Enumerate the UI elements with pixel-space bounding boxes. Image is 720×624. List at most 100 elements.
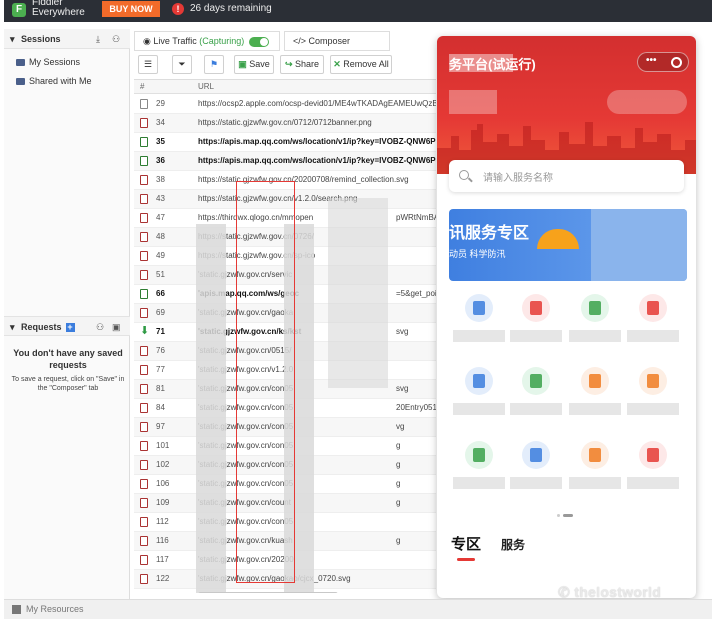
tab-services[interactable]: 服务 — [501, 536, 525, 553]
traffic-grid: # URL 29 https://ocsp2.apple.com/ocsp-dev… — [134, 79, 436, 593]
icon-glyph — [473, 448, 485, 462]
watermark-text: thelostworld — [574, 584, 662, 600]
icon-glyph — [473, 301, 485, 315]
capture-toggle[interactable] — [249, 37, 269, 47]
image-file-icon — [140, 460, 148, 470]
row-number: 48 — [156, 232, 165, 241]
share-users-icon[interactable]: ⚇ — [96, 317, 104, 337]
collapse-arrow-icon[interactable]: ▾ — [10, 322, 15, 332]
row-number: 51 — [156, 270, 165, 279]
buy-now-button[interactable]: BUY NOW — [102, 1, 160, 17]
row-url: 'static.gjzwfw.gov.cn/servic — [198, 270, 293, 279]
left-panel: ▾ Sessions ⤓ ⚇ My Sessions Shared with M… — [4, 29, 130, 599]
menu-icon[interactable]: ☰ — [138, 55, 158, 74]
icon-glyph — [473, 374, 485, 388]
image-file-icon — [140, 403, 148, 413]
row-url-fragment: svg — [396, 384, 409, 393]
highlight-box — [236, 181, 295, 583]
icon-glyph — [589, 374, 601, 388]
tree-item-label: My Sessions — [29, 57, 81, 67]
rules-icon[interactable]: ⚑ — [204, 55, 224, 74]
pixelated-redaction — [453, 477, 505, 489]
search-placeholder: 请输入服务名称 — [483, 173, 553, 184]
close-target-icon[interactable] — [671, 57, 682, 68]
share-users-icon[interactable]: ⚇ — [112, 29, 120, 49]
gift-icon[interactable] — [581, 441, 609, 469]
table-row[interactable]: 36 https://apis.map.qq.com/ws/location/v1… — [134, 152, 436, 171]
image-file-icon — [140, 536, 148, 546]
remove-all-button[interactable]: ✕ Remove All — [330, 55, 392, 74]
tab-composer[interactable]: </> Composer — [284, 31, 390, 51]
row-number: 109 — [156, 498, 170, 507]
horizontal-scrollbar[interactable] — [198, 592, 338, 593]
medal-icon[interactable] — [639, 367, 667, 395]
filter-icon[interactable]: ⏷ — [172, 55, 192, 74]
promo-banner[interactable]: 讯服务专区 动员 科学防汛 — [449, 209, 687, 281]
form-icon[interactable] — [465, 441, 493, 469]
requests-title: Requests — [21, 322, 62, 332]
image-file-icon — [140, 384, 148, 394]
tab-live-traffic[interactable]: ◉ Live Traffic (Capturing) — [134, 31, 280, 51]
collapse-arrow-icon[interactable]: ▾ — [10, 34, 15, 44]
book-icon[interactable] — [465, 367, 493, 395]
image-file-icon — [140, 194, 148, 204]
json-file-icon — [140, 156, 148, 166]
row-url: https://static.gjzwfw.gov.cn/v1.2.0/sear… — [198, 194, 358, 203]
new-folder-icon[interactable]: ▣ — [112, 317, 121, 337]
user-chip-redacted[interactable] — [607, 90, 687, 114]
image-file-icon — [140, 346, 148, 356]
table-row[interactable]: 35 https://apis.map.qq.com/ws/location/v1… — [134, 133, 436, 152]
icon-glyph — [589, 301, 601, 315]
remove-all-label: Remove All — [343, 59, 389, 69]
row-url-fragment: pWRtNmBA95 — [396, 213, 436, 222]
icon-glyph — [530, 374, 542, 388]
umbrella-illustration — [537, 229, 579, 249]
ledger-icon[interactable] — [639, 441, 667, 469]
add-request-icon[interactable]: + — [65, 323, 75, 332]
search-box[interactable]: 请输入服务名称 — [449, 160, 684, 192]
image-file-icon — [140, 479, 148, 489]
briefcase-icon[interactable] — [522, 294, 550, 322]
icon-glyph — [647, 448, 659, 462]
row-number: 84 — [156, 403, 165, 412]
share-button[interactable]: ↪ Share — [280, 55, 324, 74]
file-icon[interactable] — [639, 294, 667, 322]
requests-header[interactable]: ▾ Requests + ⚇ ▣ — [4, 316, 130, 336]
sessions-header[interactable]: ▾ Sessions ⤓ ⚇ — [4, 29, 130, 49]
tree-item-shared-with-me[interactable]: Shared with Me — [16, 76, 92, 86]
tab-zone[interactable]: 专区 — [451, 533, 481, 554]
more-icon[interactable]: ••• — [646, 55, 657, 66]
image-search-icon[interactable] — [581, 367, 609, 395]
image-file-icon — [140, 232, 148, 242]
table-row[interactable]: 34 https://static.gjzwfw.gov.cn/0712/0712… — [134, 114, 436, 133]
row-number: 35 — [156, 137, 165, 146]
toolbar: ☰ ⏷ ⚑ ▣ Save ↪ Share ✕ Remove All — [134, 54, 436, 76]
page-dot — [557, 514, 560, 517]
save-icon: ▣ — [238, 59, 247, 69]
download-icon[interactable]: ⤓ — [96, 29, 100, 49]
image-file-icon — [140, 270, 148, 280]
sessions-title: Sessions — [21, 34, 61, 44]
trial-remaining-text: 26 days remaining — [190, 3, 272, 14]
my-resources-button[interactable]: My Resources — [12, 604, 84, 615]
table-row[interactable]: 29 https://ocsp2.apple.com/ocsp-devid01/M… — [134, 95, 436, 114]
row-number: 66 — [156, 289, 165, 298]
doc-icon[interactable] — [465, 294, 493, 322]
capturing-status: (Capturing) — [199, 36, 245, 46]
column-header-url[interactable]: URL — [198, 82, 214, 91]
card-icon[interactable] — [581, 294, 609, 322]
tree-item-my-sessions[interactable]: My Sessions — [16, 57, 80, 67]
eye-icon: ◉ — [143, 36, 151, 46]
brand: Fiddler Everywhere — [32, 0, 85, 18]
image-file-icon — [140, 498, 148, 508]
id-card-icon[interactable] — [522, 441, 550, 469]
fiddler-logo-icon: F — [12, 3, 26, 17]
row-url: 'static.gjzwfw.gov.cn/gaokao/cjcx_0720.s… — [198, 574, 351, 583]
row-url: 'static.gjzwfw.gov.cn/con05 — [198, 517, 294, 526]
tab-bar: ◉ Live Traffic (Capturing) </> Composer — [134, 31, 434, 53]
save-button[interactable]: ▣ Save — [234, 55, 274, 74]
pixelated-redaction — [510, 330, 562, 342]
column-header-number[interactable]: # — [140, 82, 144, 91]
file-search-icon[interactable] — [522, 367, 550, 395]
banner-subtitle: 动员 科学防汛 — [449, 249, 506, 259]
